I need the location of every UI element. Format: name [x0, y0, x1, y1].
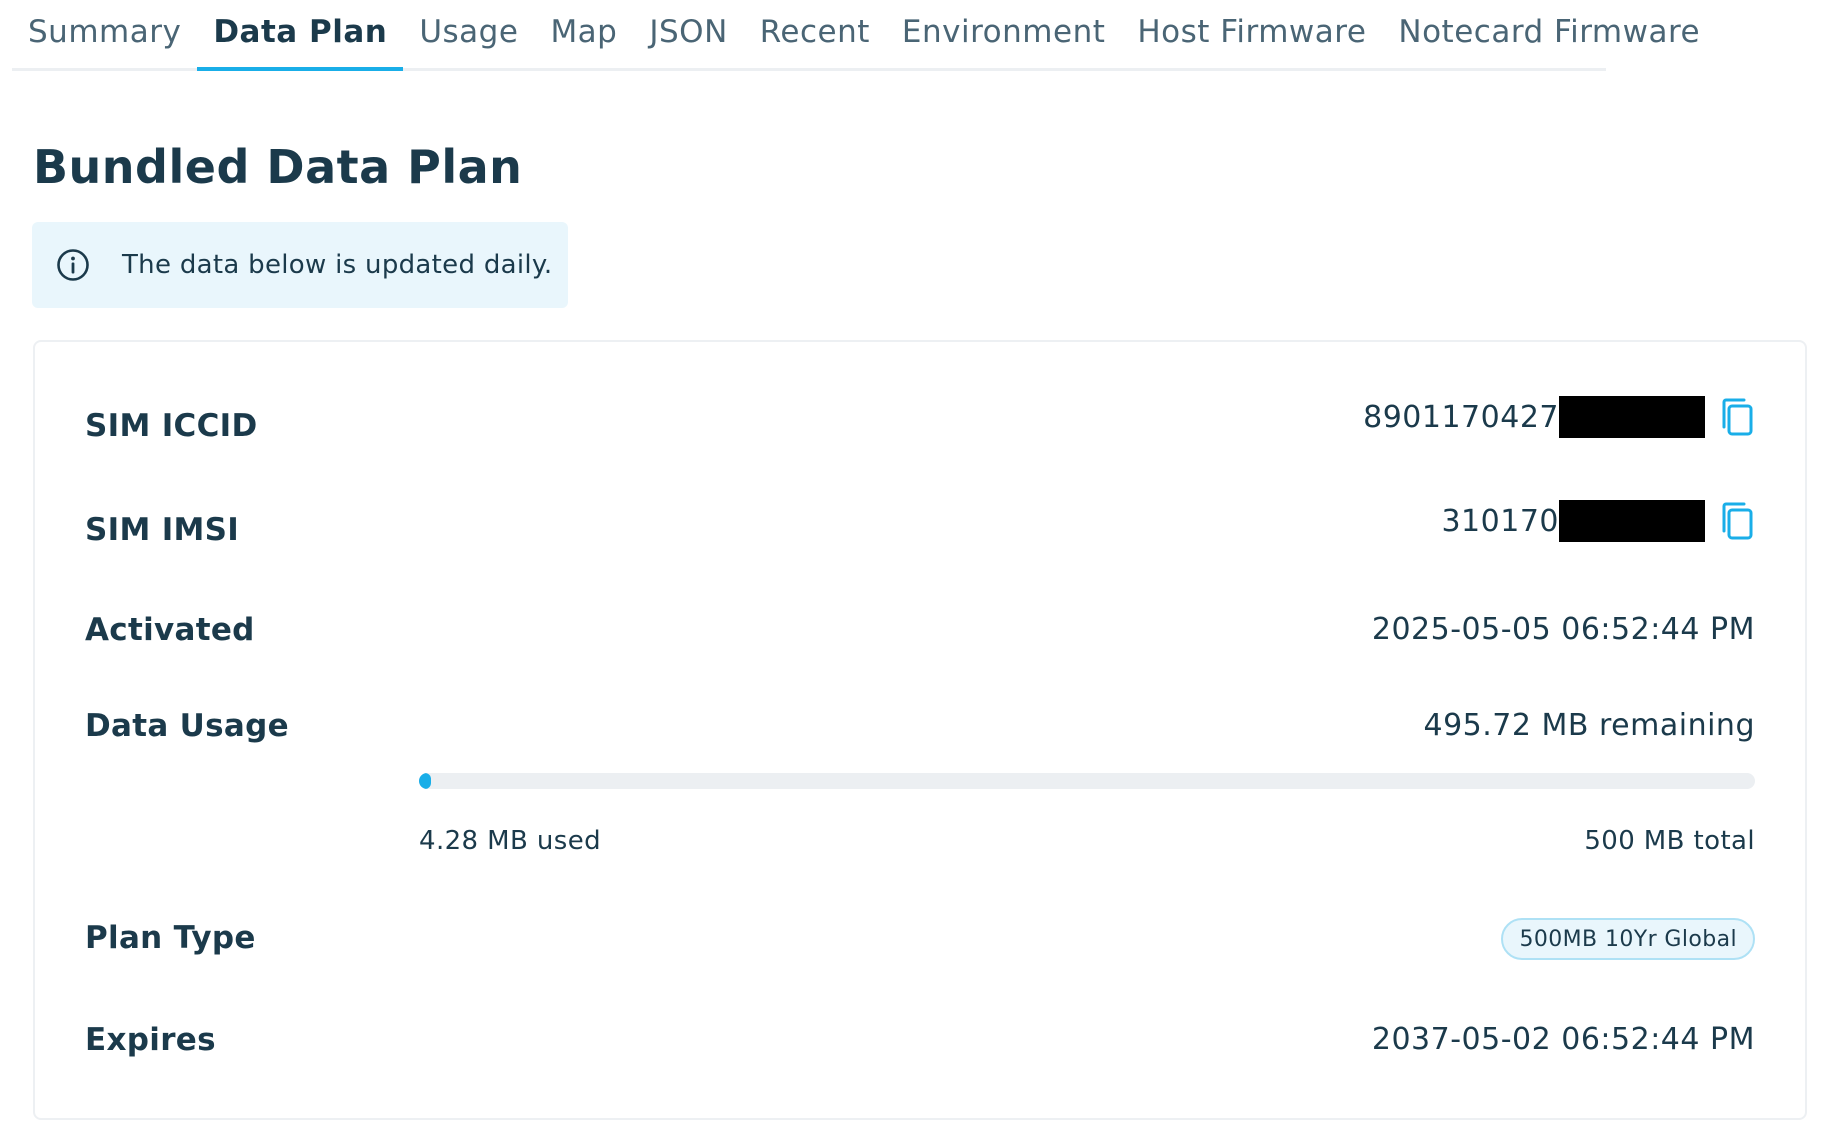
tab-bar: Summary Data Plan Usage Map JSON Recent … — [12, 0, 1700, 71]
copy-icon — [1722, 502, 1753, 540]
tab-summary[interactable]: Summary — [12, 0, 197, 68]
data-plan-card: SIM ICCID 8901170427 SIM IMSI 310170 Act… — [33, 340, 1807, 1120]
activated-value: 2025-05-05 06:52:44 PM — [1371, 612, 1755, 647]
sim-imsi-label: SIM IMSI — [85, 512, 240, 548]
info-banner: The data below is updated daily. — [32, 222, 568, 308]
data-usage-progress-bar — [419, 773, 1755, 789]
expires-label: Expires — [85, 1022, 216, 1058]
copy-icon — [1722, 398, 1753, 436]
sim-iccid-text: 8901170427 — [1363, 399, 1559, 435]
copy-iccid-button[interactable] — [1717, 397, 1755, 437]
sim-imsi-redaction — [1559, 500, 1705, 542]
data-used-text: 4.28 MB used — [419, 826, 602, 856]
tab-data-plan[interactable]: Data Plan — [197, 0, 404, 71]
tab-json[interactable]: JSON — [633, 0, 743, 68]
tab-environment[interactable]: Environment — [886, 0, 1121, 68]
info-banner-text: The data below is updated daily. — [122, 250, 553, 280]
data-usage-label: Data Usage — [85, 708, 289, 744]
activated-label: Activated — [85, 612, 255, 648]
plan-type-badge: 500MB 10Yr Global — [1501, 918, 1755, 960]
sim-iccid-label: SIM ICCID — [85, 408, 258, 444]
tab-usage[interactable]: Usage — [403, 0, 534, 68]
data-remaining-value: 495.72 MB remaining — [1423, 708, 1755, 743]
expires-value: 2037-05-02 06:52:44 PM — [1371, 1022, 1755, 1057]
sim-iccid-redaction — [1559, 396, 1705, 438]
data-total-text: 500 MB total — [1584, 826, 1755, 856]
info-icon — [56, 248, 90, 282]
sim-imsi-text: 310170 — [1441, 503, 1559, 539]
sim-iccid-value: 8901170427 — [1363, 396, 1755, 438]
tab-recent[interactable]: Recent — [744, 0, 886, 68]
sim-imsi-value: 310170 — [1441, 500, 1755, 542]
copy-imsi-button[interactable] — [1717, 501, 1755, 541]
plan-type-label: Plan Type — [85, 920, 256, 956]
tab-map[interactable]: Map — [534, 0, 633, 68]
data-usage-progress-fill — [419, 773, 431, 789]
page-title: Bundled Data Plan — [33, 140, 523, 194]
tab-host-firmware[interactable]: Host Firmware — [1121, 0, 1382, 68]
tab-notecard-firmware[interactable]: Notecard Firmware — [1382, 0, 1716, 68]
